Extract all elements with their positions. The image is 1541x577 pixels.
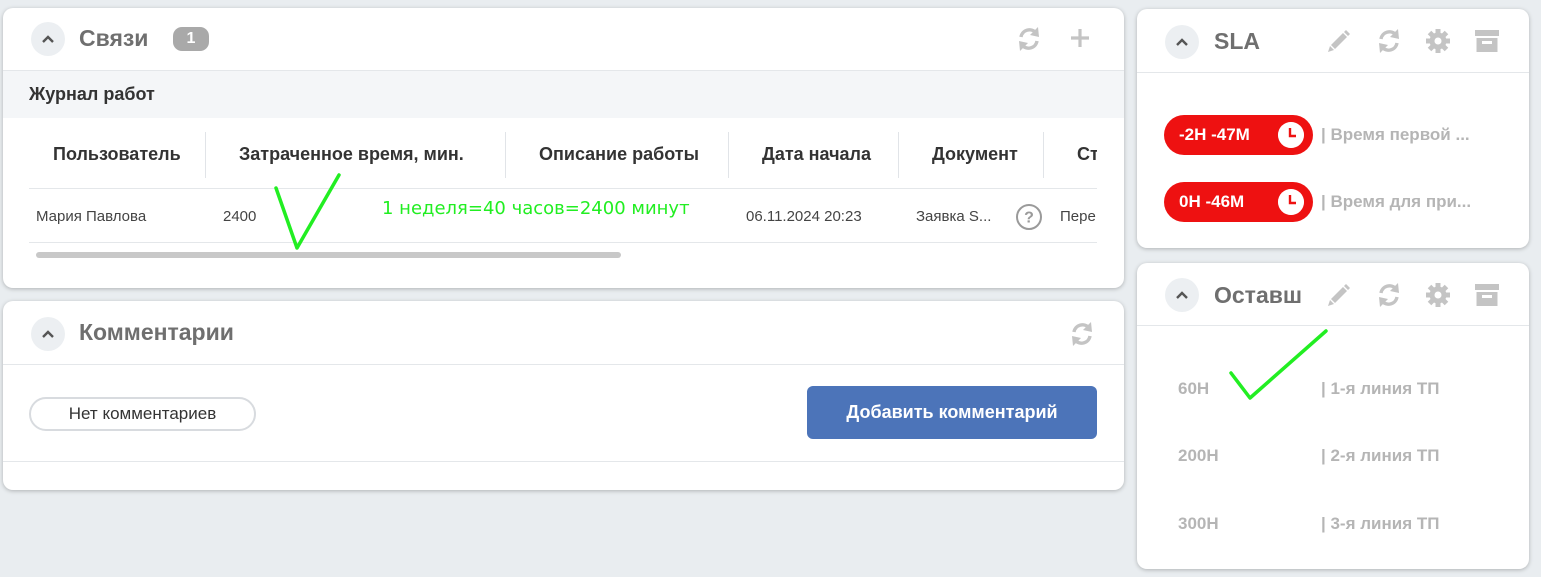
- collapse-links-button[interactable]: [31, 22, 65, 56]
- links-card: Связи 1 Журнал работ Пользователь Затрач…: [3, 8, 1124, 288]
- settings-sla-button[interactable]: [1422, 25, 1454, 57]
- comments-card: Комментарии Нет комментариев Добавить ко…: [3, 301, 1124, 490]
- no-comments-label: Нет комментариев: [29, 397, 256, 431]
- refresh-icon: [1072, 322, 1092, 346]
- chevron-up-icon: [42, 330, 54, 338]
- col-status[interactable]: Ст: [1077, 144, 1097, 165]
- worklog-section-title: Журнал работ: [3, 71, 1124, 118]
- archive-remaining-button[interactable]: [1471, 279, 1503, 311]
- col-separator[interactable]: [728, 132, 729, 178]
- refresh-icon: [1379, 283, 1399, 307]
- chevron-up-icon: [1176, 291, 1188, 299]
- checkmark-annotation-icon: [1229, 329, 1328, 400]
- refresh-comments-button[interactable]: [1066, 318, 1098, 350]
- remaining-value: 60H: [1178, 379, 1210, 398]
- links-title: Связи: [79, 25, 149, 51]
- sla-card-header: SLA: [1137, 9, 1529, 73]
- remaining-card: Оставш 60H | 1-я линия ТП 200H | 2-я лин…: [1137, 263, 1529, 569]
- col-separator[interactable]: [505, 132, 506, 178]
- remaining-value: 300H: [1178, 514, 1219, 533]
- remaining-card-header: Оставш: [1137, 263, 1529, 326]
- col-time[interactable]: Затраченное время, мин.: [239, 144, 464, 165]
- settings-remaining-button[interactable]: [1422, 279, 1454, 311]
- col-user[interactable]: Пользователь: [53, 144, 181, 165]
- archive-icon: [1475, 284, 1499, 306]
- sla-card: SLA -2H -47M | Время первой ... 0H -46M …: [1137, 9, 1529, 248]
- chevron-up-icon: [42, 35, 54, 43]
- archive-sla-button[interactable]: [1471, 25, 1503, 57]
- sla-timer-pill: 0H -46M: [1164, 182, 1313, 222]
- edit-remaining-button[interactable]: [1323, 279, 1355, 311]
- pencil-icon: [1328, 284, 1350, 306]
- gear-icon: [1426, 29, 1450, 53]
- col-separator[interactable]: [1043, 132, 1044, 178]
- refresh-icon: [1019, 27, 1039, 51]
- annotation-text: 1 неделя=40 часов=2400 минут: [382, 198, 690, 219]
- comments-footer-divider: [3, 461, 1124, 462]
- clock-icon: [1278, 189, 1304, 215]
- add-link-button[interactable]: [1064, 22, 1096, 54]
- edit-sla-button[interactable]: [1323, 25, 1355, 57]
- sla-label: | Время для при...: [1321, 192, 1472, 211]
- checkmark-annotation-icon: [274, 173, 341, 250]
- links-count-badge: 1: [173, 27, 209, 51]
- pencil-icon: [1328, 30, 1350, 52]
- gear-icon: [1426, 283, 1450, 307]
- cell-document: Заявка S...: [916, 208, 992, 225]
- refresh-sla-button[interactable]: [1373, 25, 1405, 57]
- remaining-value: 200H: [1178, 446, 1219, 465]
- collapse-remaining-button[interactable]: [1165, 278, 1199, 312]
- remaining-label: | 2-я линия ТП: [1321, 446, 1440, 465]
- refresh-links-button[interactable]: [1013, 23, 1045, 55]
- collapse-comments-button[interactable]: [31, 317, 65, 351]
- add-comment-button[interactable]: Добавить комментарий: [807, 386, 1097, 439]
- archive-icon: [1475, 30, 1499, 52]
- chevron-up-icon: [1176, 38, 1188, 46]
- row-divider: [29, 242, 1097, 243]
- remaining-label: | 3-я линия ТП: [1321, 514, 1440, 533]
- col-separator[interactable]: [898, 132, 899, 178]
- svg-text:?: ?: [1024, 210, 1034, 227]
- comments-card-header: Комментарии: [3, 301, 1124, 365]
- help-icon: ?: [1016, 204, 1042, 230]
- refresh-icon: [1379, 29, 1399, 53]
- cell-user: Мария Павлова: [36, 208, 147, 225]
- remaining-label: | 1-я линия ТП: [1321, 379, 1440, 398]
- col-description[interactable]: Описание работы: [539, 144, 699, 165]
- clock-icon: [1278, 122, 1304, 148]
- col-start-date[interactable]: Дата начала: [762, 144, 871, 165]
- links-card-header: Связи 1: [3, 8, 1124, 71]
- col-document[interactable]: Документ: [932, 144, 1018, 165]
- sla-timer-pill: -2H -47M: [1164, 115, 1313, 155]
- plus-icon: [1071, 29, 1089, 47]
- col-separator[interactable]: [205, 132, 206, 178]
- collapse-sla-button[interactable]: [1165, 25, 1199, 59]
- sla-title: SLA: [1214, 28, 1260, 54]
- comments-title: Комментарии: [79, 319, 234, 345]
- cell-time: 2400: [223, 208, 257, 225]
- remaining-title: Оставш: [1214, 282, 1303, 308]
- document-help-button[interactable]: ?: [1015, 203, 1043, 231]
- cell-status: Пере: [1060, 208, 1096, 225]
- sla-label: | Время первой ...: [1321, 125, 1470, 144]
- refresh-remaining-button[interactable]: [1373, 279, 1405, 311]
- cell-start-date: 06.11.2024 20:23: [746, 208, 862, 225]
